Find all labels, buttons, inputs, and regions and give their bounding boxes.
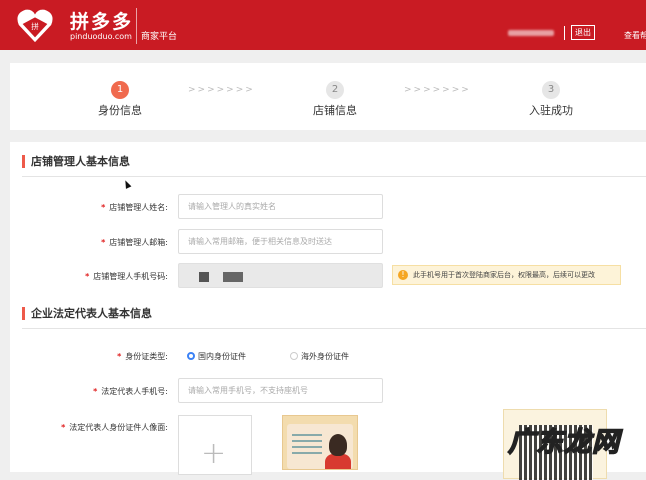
radio-label: 海外身份证件: [301, 352, 349, 361]
required-mark: *: [61, 423, 66, 432]
warning-icon: !: [398, 270, 408, 280]
radio-checked-icon: [187, 352, 195, 360]
step-number: 2: [326, 81, 344, 99]
top-header: 拼 拼多多 pinduoduo.com 商家平台 退出 查看帮: [0, 0, 646, 50]
view-link[interactable]: 查看帮: [624, 30, 646, 41]
logout-button[interactable]: 退出: [571, 25, 595, 40]
label-text: 身份证类型:: [125, 352, 168, 361]
phone-tip: ! 此手机号用于首次登陆商家后台，权限最高，后续可以更改: [392, 265, 621, 285]
username-blurred: [508, 30, 554, 36]
radio-unchecked-icon: [290, 352, 298, 360]
section-divider: [22, 328, 646, 329]
manager-email-label: * 店铺管理人邮箱:: [101, 237, 168, 248]
manager-name-input[interactable]: 请输入管理人的真实姓名: [178, 194, 383, 219]
radio-overseas-id[interactable]: 海外身份证件: [290, 351, 349, 362]
required-mark: *: [93, 387, 98, 396]
required-mark: *: [101, 238, 106, 247]
pinduoduo-logo-icon: 拼: [17, 9, 53, 43]
required-mark: *: [117, 352, 122, 361]
platform-label: 商家平台: [141, 32, 178, 42]
brand-name: 拼多多: [70, 11, 134, 33]
brand-domain: pinduoduo.com: [70, 32, 132, 41]
id-photo-upload-button[interactable]: +: [178, 415, 252, 475]
manager-phone-input-disabled: [178, 263, 383, 288]
plus-icon: +: [201, 436, 227, 471]
label-text: 法定代表人身份证件人像面:: [69, 423, 168, 432]
manager-phone-label: * 店铺管理人手机号码:: [85, 271, 168, 282]
step-number: 3: [542, 81, 560, 99]
svg-text:拼: 拼: [31, 21, 39, 31]
section-title-legal-rep: 企业法定代表人基本信息: [22, 307, 152, 320]
id-card-sample-image: [282, 415, 358, 470]
id-type-label: * 身份证类型:: [117, 351, 168, 362]
radio-domestic-id[interactable]: 国内身份证件: [187, 351, 246, 362]
section-divider: [22, 176, 646, 177]
legal-phone-label: * 法定代表人手机号:: [93, 386, 168, 397]
step-arrows: >>>>>>>: [404, 85, 471, 95]
progress-steps: 1 身份信息 >>>>>>> 2 店铺信息 >>>>>>> 3 入驻成功: [10, 63, 646, 130]
radio-label: 国内身份证件: [198, 352, 246, 361]
label-text: 店铺管理人姓名:: [109, 203, 168, 212]
manager-name-label: * 店铺管理人姓名:: [101, 202, 168, 213]
step-label: 身份信息: [98, 104, 142, 117]
tip-text: 此手机号用于首次登陆商家后台，权限最高，后续可以更改: [413, 271, 595, 279]
step-label: 店铺信息: [313, 104, 357, 117]
id-photo-label: * 法定代表人身份证件人像面:: [61, 422, 168, 433]
legal-phone-input[interactable]: 请输入常用手机号，不支持座机号: [178, 378, 383, 403]
step-success: 3 入驻成功: [511, 81, 591, 118]
required-mark: *: [101, 203, 106, 212]
step-number: 1: [111, 81, 129, 99]
header-divider: [136, 8, 137, 44]
manager-email-input[interactable]: 请输入常用邮箱，便于相关信息及时送达: [178, 229, 383, 254]
required-mark: *: [85, 272, 90, 281]
watermark: 广东龙网: [507, 426, 620, 459]
label-text: 店铺管理人手机号码:: [93, 272, 168, 281]
step-label: 入驻成功: [529, 104, 573, 117]
step-arrows: >>>>>>>: [188, 85, 255, 95]
section-title-manager: 店铺管理人基本信息: [22, 155, 130, 168]
step-store: 2 店铺信息: [295, 81, 375, 118]
user-divider: [564, 26, 565, 40]
label-text: 法定代表人手机号:: [101, 387, 168, 396]
label-text: 店铺管理人邮箱:: [109, 238, 168, 247]
step-identity: 1 身份信息: [80, 81, 160, 118]
